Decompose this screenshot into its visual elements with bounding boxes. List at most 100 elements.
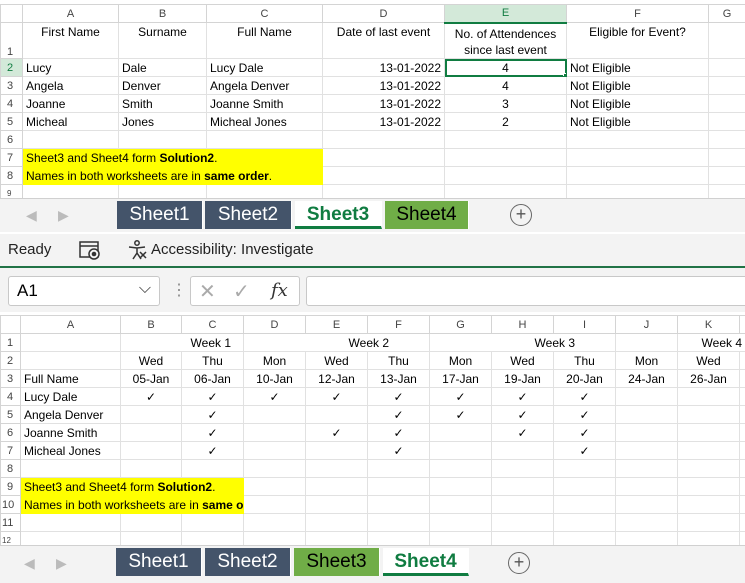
cell[interactable] — [243, 423, 306, 442]
col-header-h[interactable]: H — [491, 315, 554, 334]
cell[interactable] — [739, 387, 745, 406]
cell[interactable] — [615, 387, 678, 406]
tab-sheet1[interactable]: Sheet1 — [116, 548, 202, 576]
cell-first-name[interactable]: Joanne — [22, 94, 119, 113]
cell[interactable] — [739, 441, 745, 460]
row-header[interactable]: 2 — [0, 58, 23, 77]
fill-handle[interactable] — [563, 73, 566, 76]
cell-attendences[interactable]: 2 — [444, 112, 567, 131]
date-label[interactable]: 13-Jan — [367, 369, 430, 388]
cell[interactable] — [615, 423, 678, 442]
more-options-icon[interactable]: ⋮ — [171, 280, 187, 300]
col-header-c[interactable]: C — [181, 315, 244, 334]
cell[interactable] — [120, 441, 182, 460]
cell[interactable] — [20, 459, 121, 478]
cell[interactable] — [739, 423, 745, 442]
formula-input[interactable] — [306, 276, 745, 306]
cell[interactable] — [20, 513, 121, 532]
col-header-a[interactable]: A — [20, 315, 121, 334]
accessibility-status[interactable]: Accessibility: Investigate — [151, 241, 314, 258]
cell[interactable] — [553, 459, 616, 478]
row-header[interactable]: 1 — [0, 22, 23, 59]
tab-sheet4[interactable]: Sheet4 — [383, 548, 469, 576]
cell[interactable] — [491, 459, 554, 478]
row-header[interactable]: 7 — [0, 441, 21, 460]
attendance-check-cell[interactable]: ✓ — [553, 387, 616, 406]
attendance-check-cell[interactable]: ✓ — [553, 423, 616, 442]
day-label[interactable]: Wed — [491, 351, 554, 370]
date-label[interactable]: 20-Jan — [553, 369, 616, 388]
date-label[interactable]: 19-Jan — [491, 369, 554, 388]
row-header[interactable]: 6 — [0, 130, 23, 149]
cell[interactable] — [120, 513, 182, 532]
attendance-check-cell[interactable]: ✓ — [243, 387, 306, 406]
week-4-label[interactable]: Week 4 — [677, 333, 745, 352]
cell[interactable] — [708, 94, 745, 113]
col-header-f[interactable]: F — [367, 315, 430, 334]
cell-attendences[interactable]: 3 — [444, 94, 567, 113]
cell[interactable] — [243, 513, 306, 532]
cell[interactable] — [367, 513, 430, 532]
cell[interactable] — [206, 130, 323, 149]
corner-cell[interactable] — [0, 315, 21, 334]
cell-eligible[interactable]: Not Eligible — [566, 112, 709, 131]
scroll-left-icon[interactable]: ◀ — [26, 207, 37, 224]
attendance-check-cell[interactable]: ✓ — [181, 405, 244, 424]
row-header[interactable]: 9 — [0, 477, 21, 496]
person-name[interactable]: Joanne Smith — [20, 423, 121, 442]
cell-first-name[interactable]: Micheal — [22, 112, 119, 131]
cell[interactable] — [243, 459, 306, 478]
row-header[interactable]: 4 — [0, 94, 23, 113]
cell[interactable] — [322, 130, 445, 149]
attendance-check-cell[interactable]: ✓ — [491, 387, 554, 406]
cell[interactable] — [243, 495, 306, 514]
cell[interactable] — [491, 495, 554, 514]
cell-full-name[interactable]: Angela Denver — [206, 76, 323, 95]
col-header-k[interactable]: K — [677, 315, 740, 334]
cell[interactable] — [20, 333, 121, 352]
cell-surname[interactable]: Denver — [118, 76, 207, 95]
tab-sheet2[interactable]: Sheet2 — [205, 201, 292, 229]
attendance-check-cell[interactable]: ✓ — [120, 387, 182, 406]
row-header[interactable]: 5 — [0, 112, 23, 131]
cell[interactable] — [739, 369, 745, 388]
date-label[interactable]: 17-Jan — [429, 369, 492, 388]
attendance-check-cell[interactable]: ✓ — [429, 405, 492, 424]
cell[interactable] — [305, 513, 368, 532]
cell[interactable] — [615, 477, 678, 496]
name-box[interactable]: A1 ⌵ — [8, 276, 160, 306]
day-label[interactable]: Thu — [553, 351, 616, 370]
cell[interactable] — [491, 513, 554, 532]
cell-surname[interactable]: Jones — [118, 112, 207, 131]
row-header[interactable]: 3 — [0, 369, 21, 388]
col-header-e[interactable]: E — [305, 315, 368, 334]
cell-attendences[interactable]: 4 — [444, 76, 567, 95]
scroll-left-icon[interactable]: ◀ — [24, 555, 35, 572]
header-full-name[interactable]: Full Name — [206, 22, 323, 59]
day-label[interactable]: Thu — [181, 351, 244, 370]
cell[interactable] — [739, 477, 745, 496]
cell[interactable] — [120, 459, 182, 478]
day-label[interactable]: Mon — [429, 351, 492, 370]
row-header[interactable]: 8 — [0, 166, 23, 185]
col-header-b[interactable]: B — [120, 315, 182, 334]
accessibility-icon[interactable] — [126, 239, 148, 265]
col-header-a[interactable]: A — [22, 4, 119, 23]
note-solution[interactable]: Sheet3 and Sheet4 form Solution2. — [20, 477, 244, 496]
cell[interactable] — [243, 441, 306, 460]
cell[interactable] — [367, 477, 430, 496]
insert-function-icon[interactable]: fx — [271, 280, 288, 301]
day-label[interactable]: Wed — [677, 351, 740, 370]
person-name[interactable]: Micheal Jones — [20, 441, 121, 460]
cell[interactable] — [305, 405, 368, 424]
date-label[interactable]: 26-Jan — [677, 369, 740, 388]
date-label[interactable]: 06-Jan — [181, 369, 244, 388]
full-name-header[interactable]: Full Name — [20, 369, 121, 388]
cell[interactable] — [739, 513, 745, 532]
cell[interactable] — [615, 333, 678, 352]
row-header[interactable]: 5 — [0, 405, 21, 424]
week-3-label[interactable]: Week 3 — [429, 333, 616, 352]
date-label[interactable]: 10-Jan — [243, 369, 306, 388]
cell-surname[interactable]: Smith — [118, 94, 207, 113]
date-label[interactable]: 12-Jan — [305, 369, 368, 388]
